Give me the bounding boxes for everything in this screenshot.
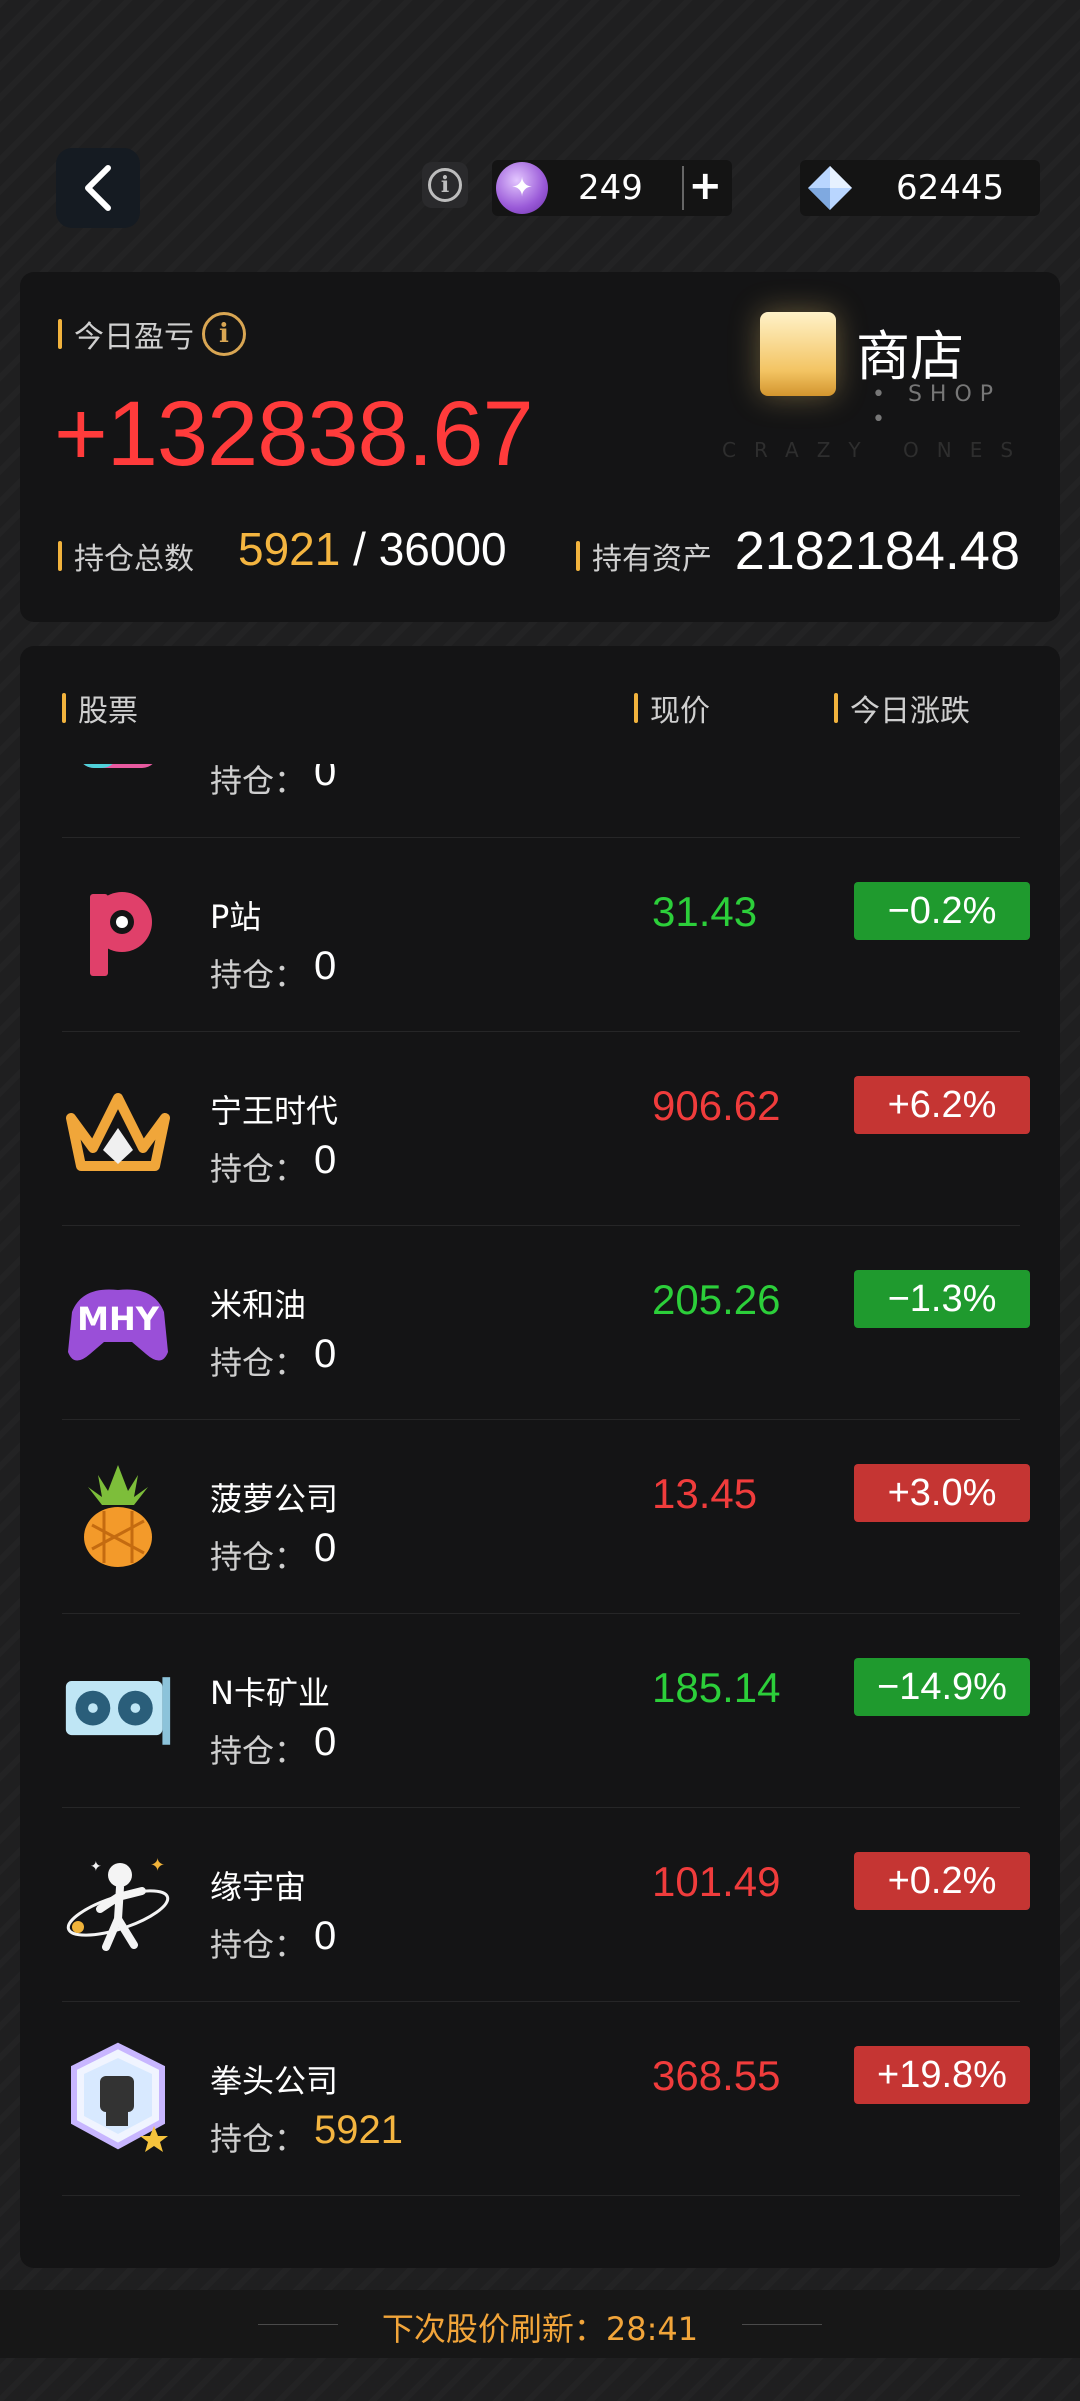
change-badge: +19.8% (854, 2046, 1030, 2104)
pineapple-icon (62, 1460, 174, 1572)
astronaut-icon: ✦ ✦ (62, 1848, 174, 1960)
svg-text:✦: ✦ (150, 1855, 165, 1876)
info-button[interactable]: i (422, 162, 468, 208)
stock-row[interactable]: MHY 米和油持仓： 0 205.26 −1.3% (62, 1226, 1030, 1420)
assets-label: 持有资产 (576, 534, 712, 578)
stock-row[interactable]: 菠萝公司持仓： 0 13.45 +3.0% (62, 1420, 1030, 1614)
positions-total: 36000 (378, 523, 507, 575)
today-pnl-value: +132838.67 (54, 383, 534, 485)
add-coins-button[interactable]: + (682, 166, 722, 210)
stock-price: 205.26 (652, 1276, 781, 1323)
p-logo-icon (62, 878, 174, 990)
list-header: 股票 现价 今日涨跌 (20, 686, 1060, 736)
change-badge: −0.2% (854, 882, 1030, 940)
stock-name: 菠萝公司 (210, 1480, 339, 1518)
coin-value: 249 (578, 168, 643, 208)
change-badge: −14.9% (854, 1658, 1030, 1716)
chevron-left-icon (85, 165, 111, 211)
change-badge: +0.2% (854, 1852, 1030, 1910)
fist-icon (62, 2042, 174, 2154)
header-change: 今日涨跌 (834, 686, 970, 730)
info-icon[interactable]: i (202, 312, 246, 356)
shop-box-icon (760, 312, 836, 396)
stock-name: 拳头公司 (210, 2062, 339, 2100)
gamer-icon (62, 764, 174, 796)
header-price: 现价 (634, 686, 710, 730)
assets-label-text: 持有资产 (592, 542, 712, 577)
shop-subtitle: • SHOP • (872, 382, 1002, 432)
hold-label: 持仓： (210, 1344, 307, 1382)
hold-label: 持仓： (210, 1732, 307, 1770)
stock-row[interactable]: 拳头公司持仓： 5921 368.55 +19.8% (62, 2002, 1030, 2196)
change-badge: −1.3% (854, 1270, 1030, 1328)
hold-label: 持仓： (210, 2120, 307, 2158)
gem-balance: 62445 (800, 160, 1040, 216)
top-bar: i ✦ 249 + 62445 (0, 148, 1080, 228)
hold-value: 5921 (314, 2108, 403, 2152)
stock-name: 宁王时代 (210, 1092, 339, 1130)
diamond-icon (804, 162, 856, 214)
coin-balance: ✦ 249 + (492, 160, 732, 216)
hold-value: 0 (314, 1914, 337, 1958)
refresh-countdown: 下次股价刷新：28:41 (381, 2310, 699, 2348)
stock-name: P站 (210, 898, 262, 936)
mhy-gamepad-icon: MHY (62, 1266, 174, 1378)
hold-value: 0 (314, 1526, 337, 1570)
stock-price: 101.49 (652, 1858, 781, 1905)
hold-value: 0 (314, 1138, 337, 1182)
portfolio-summary-card: 今日盈亏 i +132838.67 商店 • SHOP • CRAZY ONES… (20, 272, 1060, 622)
stock-price: 31.43 (652, 888, 758, 935)
stock-list-card: 股票 现价 今日涨跌 老干爹持仓：0478.15+1.4%P站持仓：031.43… (20, 646, 1060, 2268)
hold-value: 0 (314, 1332, 337, 1376)
today-pnl-label: 今日盈亏 i (58, 312, 246, 356)
crown-icon (62, 1072, 174, 1184)
refresh-footer: 下次股价刷新：28:41 (0, 2290, 1080, 2358)
header-stock: 股票 (62, 686, 138, 730)
shop-button[interactable]: 商店 • SHOP • (760, 312, 1020, 432)
stock-name: 米和油 (210, 1286, 307, 1324)
stock-price: 906.62 (652, 1082, 781, 1129)
header-stock-text: 股票 (78, 694, 138, 729)
stock-price: 13.45 (652, 1470, 758, 1517)
hold-value: 0 (314, 1720, 337, 1764)
stock-list-scroll[interactable]: 老干爹持仓：0478.15+1.4%P站持仓：031.43−0.2%宁王时代持仓… (20, 764, 1060, 2268)
purple-coin-icon: ✦ (496, 162, 548, 214)
positions-held: 5921 (238, 523, 341, 575)
today-pnl-label-text: 今日盈亏 (74, 320, 194, 355)
footer-divider-right (742, 2324, 822, 2325)
svg-text:MHY: MHY (77, 1300, 160, 1338)
gem-value: 62445 (896, 168, 1005, 208)
hold-label: 持仓： (210, 764, 307, 800)
stock-row[interactable]: 宁王时代持仓： 0 906.62 +6.2% (62, 1032, 1030, 1226)
hold-label: 持仓： (210, 1926, 307, 1964)
stock-row[interactable]: N卡矿业持仓： 0 185.14 −14.9% (62, 1614, 1030, 1808)
positions-value: 5921 / 36000 (238, 522, 507, 576)
stock-row[interactable]: ✦ ✦ 缘宇宙 持仓： 0 101.49 +0.2% (62, 1808, 1030, 2002)
watermark-text: CRAZY ONES (722, 438, 1032, 462)
header-change-text: 今日涨跌 (850, 694, 970, 729)
hold-value: 0 (314, 764, 337, 794)
change-badge: +6.2% (854, 1076, 1030, 1134)
positions-label-text: 持仓总数 (74, 542, 194, 577)
info-icon: i (428, 168, 462, 202)
header-price-text: 现价 (650, 694, 710, 729)
hold-label: 持仓： (210, 956, 307, 994)
positions-label: 持仓总数 (58, 534, 194, 578)
stock-row[interactable]: P站持仓： 0 31.43 −0.2% (62, 838, 1030, 1032)
hold-label: 持仓： (210, 1538, 307, 1576)
hold-label: 持仓： (210, 1150, 307, 1188)
stock-name: N卡矿业 (210, 1674, 330, 1712)
svg-text:✦: ✦ (90, 1859, 102, 1875)
hold-value: 0 (314, 944, 337, 988)
gpu-icon (62, 1654, 174, 1766)
stock-row[interactable]: 老干爹持仓：0478.15+1.4% (62, 764, 1020, 838)
stock-price: 185.14 (652, 1664, 781, 1711)
shop-title: 商店 (856, 325, 964, 388)
positions-separator: / (340, 523, 379, 575)
stock-price: 368.55 (652, 2052, 781, 2099)
assets-value: 2182184.48 (734, 521, 1020, 581)
back-button[interactable] (56, 148, 140, 228)
change-badge: +3.0% (854, 1464, 1030, 1522)
stock-name: 缘宇宙 (210, 1868, 307, 1906)
